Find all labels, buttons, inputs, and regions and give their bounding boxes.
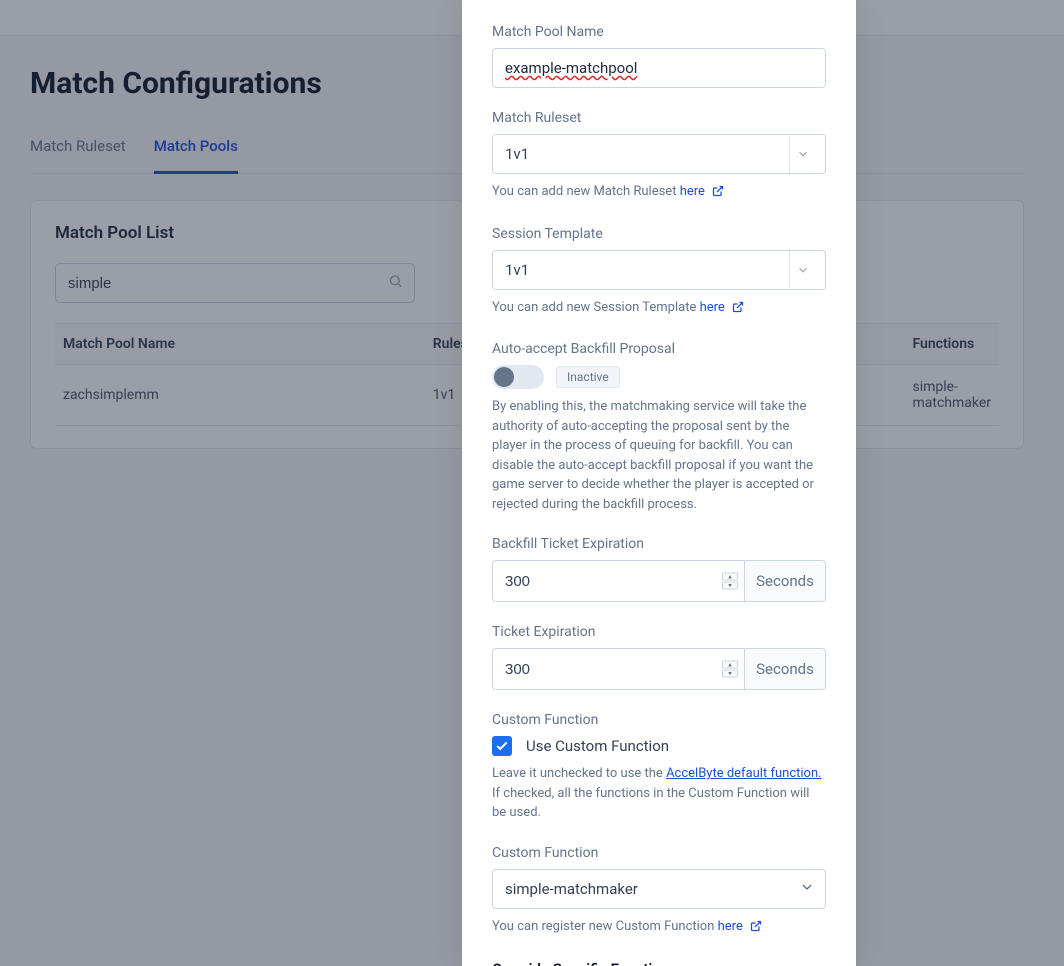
cell-name: zachsimplemm <box>55 365 425 426</box>
tab-match-ruleset[interactable]: Match Ruleset <box>30 129 126 174</box>
label-auto-accept: Auto-accept Backfill Proposal <box>492 341 826 357</box>
label-ticket-expiration: Ticket Expiration <box>492 624 826 640</box>
checkbox-label: Use Custom Function <box>526 737 669 755</box>
search-input[interactable] <box>55 263 415 303</box>
col-header-functions: Functions <box>904 324 999 365</box>
hint-session-template: You can add new Session Template here <box>492 298 826 320</box>
label-backfill-expiration: Backfill Ticket Expiration <box>492 536 826 552</box>
status-badge: Inactive <box>556 366 620 388</box>
label-custom-function-select: Custom Function <box>492 845 826 861</box>
number-stepper[interactable]: ▴▾ <box>722 661 738 678</box>
unit-seconds: Seconds <box>744 648 826 690</box>
input-backfill-expiration[interactable] <box>493 561 744 601</box>
search-icon <box>388 274 403 293</box>
label-custom-function: Custom Function <box>492 712 826 728</box>
input-match-pool-name[interactable]: example-matchpool <box>492 48 826 88</box>
link-default-function[interactable]: AccelByte default function. <box>666 766 822 781</box>
hint-custom-function: Leave it unchecked to use the AccelByte … <box>492 764 826 823</box>
toggle-auto-accept[interactable] <box>492 365 544 389</box>
chevron-down-icon <box>799 879 815 899</box>
link-add-session-template[interactable]: here <box>700 300 725 315</box>
label-session-template: Session Template <box>492 226 826 242</box>
chevron-down-icon <box>789 251 815 289</box>
external-link-icon <box>732 300 744 320</box>
link-register-function[interactable]: here <box>718 919 743 934</box>
external-link-icon <box>750 919 762 939</box>
desc-auto-accept: By enabling this, the matchmaking servic… <box>492 397 826 514</box>
select-session-template[interactable]: 1v1 <box>492 250 826 290</box>
match-pool-drawer: Match Pool Name example-matchpool Match … <box>462 0 856 966</box>
col-header-name: Match Pool Name <box>55 324 425 365</box>
heading-override: Override Specific Function <box>492 960 826 966</box>
number-stepper[interactable]: ▴▾ <box>722 573 738 590</box>
link-add-ruleset[interactable]: here <box>680 184 705 199</box>
tab-match-pools[interactable]: Match Pools <box>154 129 238 174</box>
label-match-ruleset: Match Ruleset <box>492 110 826 126</box>
hint-match-ruleset: You can add new Match Ruleset here <box>492 182 826 204</box>
chevron-down-icon <box>789 135 815 173</box>
unit-seconds: Seconds <box>744 560 826 602</box>
cell-functions: simple-matchmaker <box>904 365 999 426</box>
external-link-icon <box>712 184 724 204</box>
select-custom-function[interactable]: simple-matchmaker <box>492 869 826 909</box>
select-match-ruleset[interactable]: 1v1 <box>492 134 826 174</box>
hint-register-function: You can register new Custom Function her… <box>492 917 826 939</box>
input-ticket-expiration[interactable] <box>493 649 744 689</box>
label-match-pool-name: Match Pool Name <box>492 24 826 40</box>
checkbox-use-custom-function[interactable] <box>492 736 512 756</box>
